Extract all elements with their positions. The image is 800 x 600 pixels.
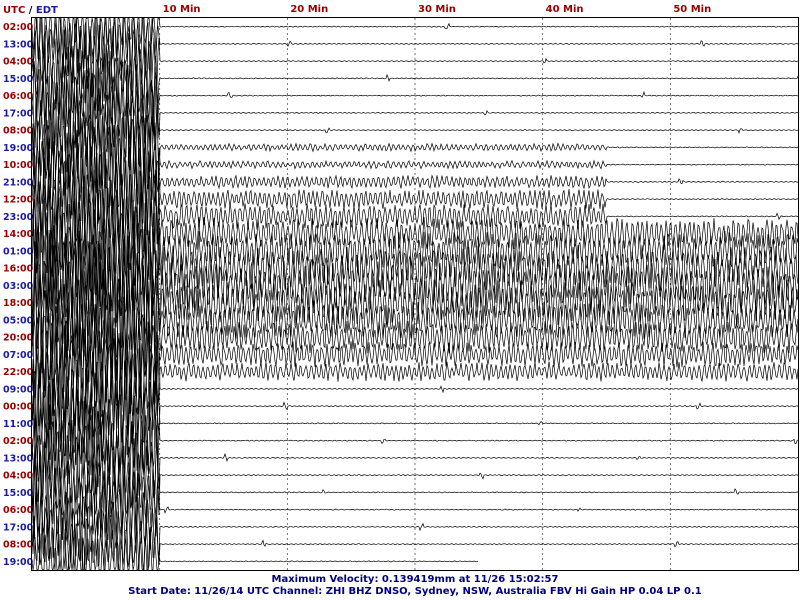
local-row-label: 13:00 bbox=[3, 453, 34, 464]
utc-row-label: 04:00 bbox=[3, 57, 34, 68]
local-row-label: 15:00 bbox=[3, 74, 34, 85]
utc-row-label: 04:00 bbox=[3, 471, 34, 482]
local-row-label: 05:00 bbox=[3, 315, 34, 326]
local-row-label: 19:00 bbox=[3, 143, 34, 154]
local-header: EDT bbox=[36, 5, 58, 16]
utc-row-label: 06:00 bbox=[3, 505, 34, 516]
local-row-label: 23:00 bbox=[3, 212, 34, 223]
utc-row-label: 16:00 bbox=[3, 264, 34, 275]
utc-row-label: 00:00 bbox=[3, 402, 34, 413]
utc-row-label: 18:00 bbox=[3, 298, 34, 309]
local-row-label: 09:00 bbox=[3, 384, 34, 395]
station-info-text: Start Date: 11/26/14 UTC Channel: ZHI BH… bbox=[128, 586, 701, 597]
local-row-label: 21:00 bbox=[3, 177, 34, 188]
utc-row-label: 02:00 bbox=[3, 436, 34, 447]
utc-row-label: 12:00 bbox=[3, 195, 34, 206]
local-row-label: 15:00 bbox=[3, 488, 34, 499]
x-tick-label: 40 Min bbox=[546, 4, 584, 15]
max-velocity-text: Maximum Velocity: 0.139419mm at 11/26 15… bbox=[272, 574, 559, 585]
local-row-label: 19:00 bbox=[3, 557, 34, 568]
utc-row-label: 06:00 bbox=[3, 91, 34, 102]
x-tick-label: 30 Min bbox=[418, 4, 456, 15]
timezone-header: UTC / EDT bbox=[3, 5, 58, 16]
local-row-label: 17:00 bbox=[3, 522, 34, 533]
header-separator: / bbox=[29, 5, 33, 16]
x-tick-label: 10 Min bbox=[163, 4, 201, 15]
x-tick-label: 20 Min bbox=[290, 4, 328, 15]
utc-row-label: 02:00 bbox=[3, 22, 34, 33]
utc-row-label: 22:00 bbox=[3, 367, 34, 378]
local-row-label: 01:00 bbox=[3, 246, 34, 257]
utc-row-label: 08:00 bbox=[3, 540, 34, 551]
local-row-label: 03:00 bbox=[3, 281, 34, 292]
utc-row-label: 10:00 bbox=[3, 160, 34, 171]
utc-header: UTC bbox=[3, 5, 25, 16]
local-row-label: 07:00 bbox=[3, 350, 34, 361]
utc-row-label: 14:00 bbox=[3, 229, 34, 240]
local-row-label: 11:00 bbox=[3, 419, 34, 430]
x-tick-label: 50 Min bbox=[673, 4, 711, 15]
utc-row-label: 08:00 bbox=[3, 126, 34, 137]
helicorder-chart: UTC / EDT 10 Min 20 Min 30 Min 40 Min 50 Min… bbox=[0, 0, 800, 600]
utc-row-label: 20:00 bbox=[3, 333, 34, 344]
local-row-label: 17:00 bbox=[3, 108, 34, 119]
local-row-label: 13:00 bbox=[3, 39, 34, 50]
